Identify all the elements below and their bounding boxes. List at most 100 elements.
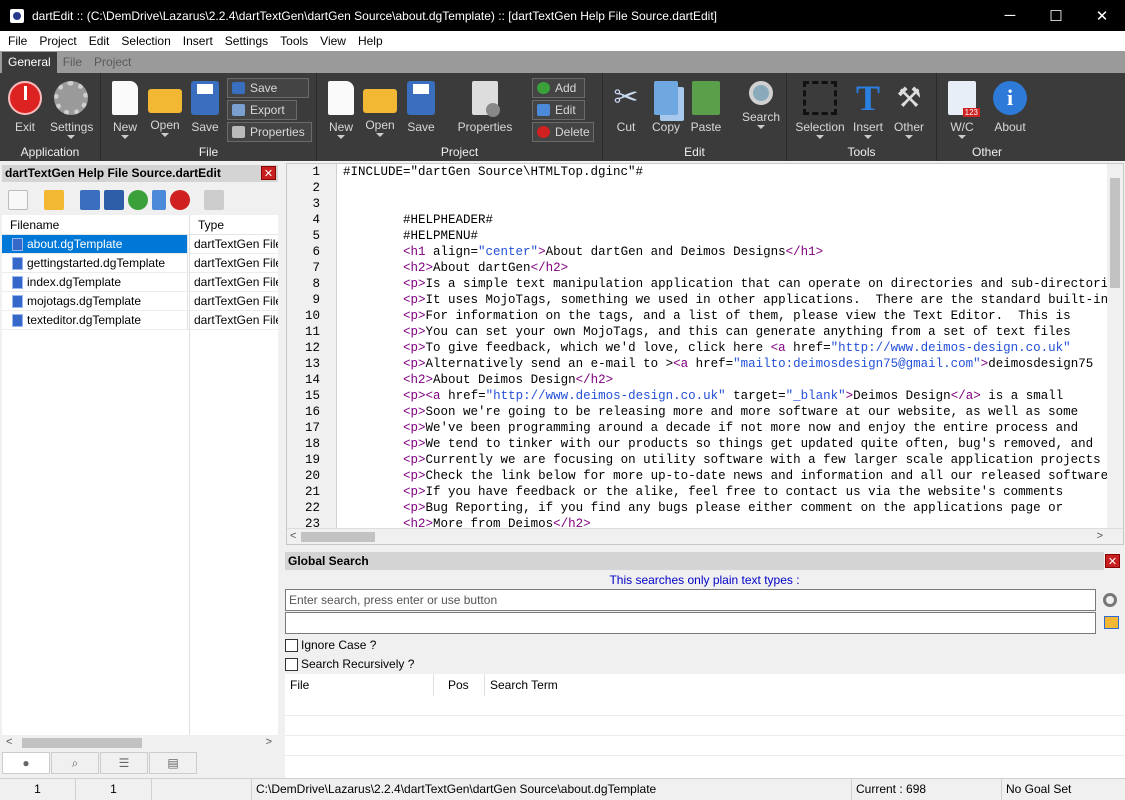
project-delete-button[interactable]: Delete [532, 122, 594, 142]
code-line[interactable]: <h1 align="center">About dartGen and Dei… [343, 244, 1107, 260]
cut-button[interactable]: ✂ Cut [605, 77, 647, 134]
tab-general[interactable]: General [2, 52, 57, 73]
code-line[interactable]: <p>Soon we're going to be releasing more… [343, 404, 1107, 420]
column-pos[interactable]: Pos [434, 674, 485, 696]
minimize-button[interactable]: ─ [987, 0, 1033, 31]
code-area[interactable]: #INCLUDE="dartGen Source\HTMLTop.dginc"#… [343, 164, 1107, 528]
ignore-case-checkbox[interactable]: Ignore Case ? [285, 637, 376, 653]
chevron-left-icon[interactable]: < [6, 736, 12, 748]
project-tab-icon[interactable]: ● [2, 752, 50, 774]
scrollbar-thumb[interactable] [301, 532, 375, 542]
file-table-scrollbar[interactable]: < > [2, 735, 278, 751]
code-line[interactable]: <p>For information on the tags, and a li… [343, 308, 1107, 324]
save-as-icon[interactable] [104, 190, 124, 210]
menu-selection[interactable]: Selection [115, 31, 176, 51]
code-line[interactable] [343, 180, 1107, 196]
code-line[interactable] [343, 196, 1107, 212]
paste-button[interactable]: Paste [685, 77, 727, 134]
code-line[interactable]: <p>Is a simple text manipulation applica… [343, 276, 1107, 292]
editor-horizontal-scrollbar[interactable]: < > [287, 528, 1123, 544]
wordcount-button[interactable]: W/C [941, 77, 983, 139]
export-button[interactable]: Export [227, 100, 297, 120]
search-tab-icon[interactable]: ⌕ [51, 752, 99, 774]
table-row[interactable]: index.dgTemplate dartTextGen File [2, 273, 278, 292]
properties-icon[interactable] [204, 190, 224, 210]
file-open-button[interactable]: Open [144, 77, 186, 137]
tab-project[interactable]: Project [88, 52, 137, 73]
code-line[interactable]: <h2>More from Deimos</h2> [343, 516, 1107, 528]
code-line[interactable]: <p>We've been programming around a decad… [343, 420, 1107, 436]
project-open-button[interactable]: Open [359, 77, 401, 137]
recursive-checkbox[interactable]: Search Recursively ? [285, 656, 414, 672]
code-line[interactable]: #HELPMENU# [343, 228, 1107, 244]
menu-tools[interactable]: Tools [274, 31, 314, 51]
code-line[interactable]: <p>Check the link below for more up-to-d… [343, 468, 1107, 484]
code-editor[interactable]: 1 2 3 4 5 6 7 8 9 10 11 12 13 14 15 16 17 18 19 20 21 22 23 #I… [286, 163, 1124, 545]
code-line[interactable]: <p>We tend to tinker with our products s… [343, 436, 1107, 452]
scrollbar-thumb[interactable] [1110, 178, 1120, 288]
column-type[interactable]: Type [190, 215, 278, 234]
checkbox-box[interactable] [285, 638, 298, 652]
project-edit-button[interactable]: Edit [532, 100, 585, 120]
selection-button[interactable]: Selection [795, 77, 845, 139]
code-line[interactable]: #HELPHEADER# [343, 212, 1107, 228]
chevron-right-icon[interactable]: > [266, 736, 272, 748]
insert-button[interactable]: T Insert [847, 77, 889, 139]
other-tools-button[interactable]: ⚒ Other [888, 77, 930, 139]
menu-edit[interactable]: Edit [83, 31, 116, 51]
table-row[interactable]: gettingstarted.dgTemplate dartTextGen Fi… [2, 254, 278, 273]
list-tab-icon[interactable]: ☰ [100, 752, 148, 774]
code-line[interactable]: <p>You can set your own MojoTags, and th… [343, 324, 1107, 340]
code-line[interactable]: <p>If you have feedback or the alike, fe… [343, 484, 1107, 500]
new-file-icon[interactable] [8, 190, 28, 210]
table-row[interactable]: about.dgTemplate dartTextGen File [2, 235, 278, 254]
close-button[interactable]: ✕ [1079, 0, 1125, 31]
column-search-term[interactable]: Search Term [485, 674, 1123, 696]
about-button[interactable]: i About [989, 77, 1031, 134]
column-filename[interactable]: Filename [2, 215, 190, 234]
exit-button[interactable]: Exit [4, 77, 46, 134]
copy-button[interactable]: Copy [645, 77, 687, 134]
menu-help[interactable]: Help [352, 31, 389, 51]
maximize-button[interactable]: ☐ [1033, 0, 1079, 31]
project-save-button[interactable]: Save [400, 77, 442, 134]
save-as-button[interactable]: Save As... [227, 78, 309, 113]
settings-button[interactable]: Settings [50, 77, 93, 139]
chevron-left-icon[interactable]: < [290, 530, 296, 542]
menu-insert[interactable]: Insert [177, 31, 219, 51]
tab-file[interactable]: File [57, 52, 88, 73]
code-line[interactable]: <p><a href="http://www.deimos-design.co.… [343, 388, 1107, 404]
pencil-icon[interactable] [152, 190, 166, 210]
code-line[interactable]: #INCLUDE="dartGen Source\HTMLTop.dginc"# [343, 164, 1107, 180]
code-line[interactable]: <p>Alternatively send an e-mail to ><a h… [343, 356, 1107, 372]
plus-icon[interactable] [128, 190, 148, 210]
menu-view[interactable]: View [314, 31, 352, 51]
project-properties-button[interactable]: Properties [455, 77, 515, 134]
search-panel-close-button[interactable]: ✕ [1105, 554, 1120, 568]
save-icon[interactable] [80, 190, 100, 210]
editor-vertical-scrollbar[interactable] [1107, 164, 1123, 528]
code-line[interactable]: <h2>About dartGen</h2> [343, 260, 1107, 276]
column-file[interactable]: File [285, 674, 434, 696]
chevron-right-icon[interactable]: > [1097, 530, 1103, 542]
folder-icon[interactable] [44, 190, 64, 210]
menu-settings[interactable]: Settings [219, 31, 274, 51]
code-line[interactable]: <p>It uses MojoTags, something we used i… [343, 292, 1107, 308]
notes-tab-icon[interactable]: ▤ [149, 752, 197, 774]
search-input[interactable]: Enter search, press enter or use button [285, 589, 1096, 611]
menu-file[interactable]: File [2, 31, 33, 51]
scrollbar-thumb[interactable] [22, 738, 142, 748]
chevron-down-icon[interactable] [68, 190, 76, 210]
project-add-button[interactable]: Add [532, 78, 585, 98]
menu-project[interactable]: Project [33, 31, 82, 51]
code-line[interactable]: <p>To give feedback, which we'd love, cl… [343, 340, 1107, 356]
file-new-button[interactable]: New [104, 77, 146, 139]
chevron-down-icon[interactable] [32, 190, 40, 210]
search-icon[interactable] [1103, 593, 1117, 607]
search-button[interactable]: Search [739, 77, 783, 129]
code-line[interactable]: <h2>About Deimos Design</h2> [343, 372, 1107, 388]
code-line[interactable]: <p>Bug Reporting, if you find any bugs p… [343, 500, 1107, 516]
folder-icon[interactable] [1104, 616, 1119, 629]
delete-icon[interactable] [170, 190, 190, 210]
project-panel-close-button[interactable]: ✕ [261, 166, 276, 180]
